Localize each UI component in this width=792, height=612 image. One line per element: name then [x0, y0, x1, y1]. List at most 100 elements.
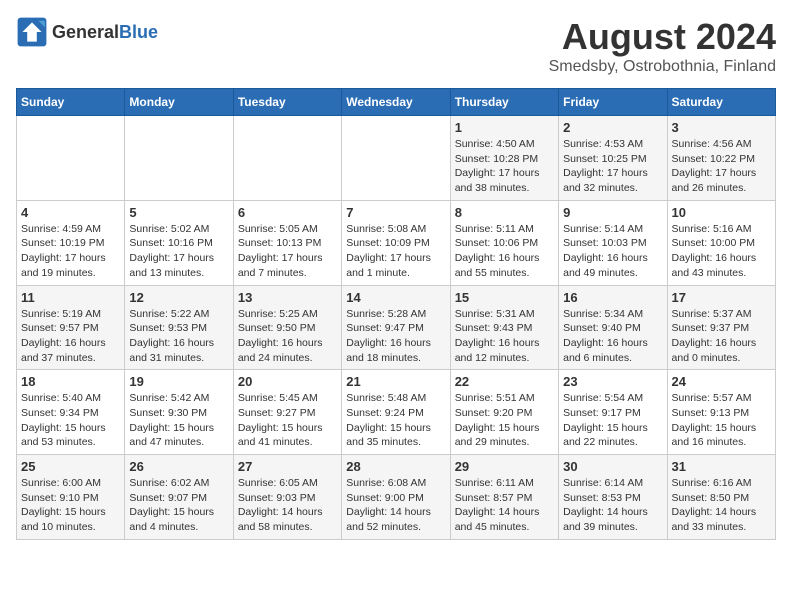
calendar-cell: 14 Sunrise: 5:28 AMSunset: 9:47 PMDayligh…	[342, 285, 450, 370]
day-info: Sunrise: 5:11 AMSunset: 10:06 PMDaylight…	[455, 222, 554, 281]
day-number: 30	[563, 459, 662, 474]
calendar-cell: 19 Sunrise: 5:42 AMSunset: 9:30 PMDayligh…	[125, 370, 233, 455]
week-row-1: 1 Sunrise: 4:50 AMSunset: 10:28 PMDayligh…	[17, 116, 776, 201]
weekday-header-row: SundayMondayTuesdayWednesdayThursdayFrid…	[17, 89, 776, 116]
calendar-cell: 20 Sunrise: 5:45 AMSunset: 9:27 PMDayligh…	[233, 370, 341, 455]
calendar-cell: 6 Sunrise: 5:05 AMSunset: 10:13 PMDayligh…	[233, 200, 341, 285]
calendar-cell: 17Sunrise: 5:37 AMSunset: 9:37 PMDayligh…	[667, 285, 775, 370]
day-number: 11	[21, 290, 120, 305]
day-info: Sunrise: 5:14 AMSunset: 10:03 PMDaylight…	[563, 222, 662, 281]
weekday-header-wednesday: Wednesday	[342, 89, 450, 116]
calendar-cell: 16 Sunrise: 5:34 AMSunset: 9:40 PMDayligh…	[559, 285, 667, 370]
day-number: 31	[672, 459, 771, 474]
day-number: 18	[21, 374, 120, 389]
day-info: Sunrise: 5:40 AMSunset: 9:34 PMDaylight:…	[21, 391, 120, 450]
calendar-cell: 28 Sunrise: 6:08 AMSunset: 9:00 PMDayligh…	[342, 455, 450, 540]
calendar-cell: 25Sunrise: 6:00 AMSunset: 9:10 PMDayligh…	[17, 455, 125, 540]
calendar-cell	[17, 116, 125, 201]
day-number: 23	[563, 374, 662, 389]
day-number: 16	[563, 290, 662, 305]
day-info: Sunrise: 4:50 AMSunset: 10:28 PMDaylight…	[455, 137, 554, 196]
day-info: Sunrise: 5:31 AMSunset: 9:43 PMDaylight:…	[455, 307, 554, 366]
day-number: 29	[455, 459, 554, 474]
logo-general: General	[52, 22, 119, 42]
calendar-cell: 27 Sunrise: 6:05 AMSunset: 9:03 PMDayligh…	[233, 455, 341, 540]
day-info: Sunrise: 5:34 AMSunset: 9:40 PMDaylight:…	[563, 307, 662, 366]
day-info: Sunrise: 6:14 AMSunset: 8:53 PMDaylight:…	[563, 476, 662, 535]
day-info: Sunrise: 4:56 AMSunset: 10:22 PMDaylight…	[672, 137, 771, 196]
day-number: 8	[455, 205, 554, 220]
calendar-subtitle: Smedsby, Ostrobothnia, Finland	[549, 58, 776, 76]
day-info: Sunrise: 5:48 AMSunset: 9:24 PMDaylight:…	[346, 391, 445, 450]
day-number: 13	[238, 290, 337, 305]
calendar-cell	[125, 116, 233, 201]
calendar-cell: 10 Sunrise: 5:16 AMSunset: 10:00 PMDaylig…	[667, 200, 775, 285]
day-number: 22	[455, 374, 554, 389]
day-info: Sunrise: 4:59 AMSunset: 10:19 PMDaylight…	[21, 222, 120, 281]
day-info: Sunrise: 6:02 AMSunset: 9:07 PMDaylight:…	[129, 476, 228, 535]
day-info: Sunrise: 5:42 AMSunset: 9:30 PMDaylight:…	[129, 391, 228, 450]
day-info: Sunrise: 5:51 AMSunset: 9:20 PMDaylight:…	[455, 391, 554, 450]
day-number: 27	[238, 459, 337, 474]
day-number: 2	[563, 120, 662, 135]
week-row-5: 25Sunrise: 6:00 AMSunset: 9:10 PMDayligh…	[17, 455, 776, 540]
day-number: 9	[563, 205, 662, 220]
day-number: 19	[129, 374, 228, 389]
weekday-header-friday: Friday	[559, 89, 667, 116]
title-block: August 2024 Smedsby, Ostrobothnia, Finla…	[549, 16, 776, 76]
day-info: Sunrise: 5:22 AMSunset: 9:53 PMDaylight:…	[129, 307, 228, 366]
day-number: 5	[129, 205, 228, 220]
week-row-3: 11Sunrise: 5:19 AMSunset: 9:57 PMDayligh…	[17, 285, 776, 370]
day-info: Sunrise: 5:45 AMSunset: 9:27 PMDaylight:…	[238, 391, 337, 450]
calendar-title: August 2024	[549, 16, 776, 58]
day-info: Sunrise: 5:08 AMSunset: 10:09 PMDaylight…	[346, 222, 445, 281]
day-number: 20	[238, 374, 337, 389]
calendar-cell: 31Sunrise: 6:16 AMSunset: 8:50 PMDayligh…	[667, 455, 775, 540]
page-header: GeneralBlue August 2024 Smedsby, Ostrobo…	[16, 16, 776, 76]
day-info: Sunrise: 6:08 AMSunset: 9:00 PMDaylight:…	[346, 476, 445, 535]
calendar-cell: 2Sunrise: 4:53 AMSunset: 10:25 PMDayligh…	[559, 116, 667, 201]
day-info: Sunrise: 5:16 AMSunset: 10:00 PMDaylight…	[672, 222, 771, 281]
day-info: Sunrise: 5:25 AMSunset: 9:50 PMDaylight:…	[238, 307, 337, 366]
calendar-cell: 4 Sunrise: 4:59 AMSunset: 10:19 PMDayligh…	[17, 200, 125, 285]
calendar-cell: 18 Sunrise: 5:40 AMSunset: 9:34 PMDayligh…	[17, 370, 125, 455]
day-number: 1	[455, 120, 554, 135]
weekday-header-monday: Monday	[125, 89, 233, 116]
day-info: Sunrise: 5:57 AMSunset: 9:13 PMDaylight:…	[672, 391, 771, 450]
day-info: Sunrise: 5:37 AMSunset: 9:37 PMDaylight:…	[672, 307, 771, 366]
day-info: Sunrise: 6:11 AMSunset: 8:57 PMDaylight:…	[455, 476, 554, 535]
day-info: Sunrise: 5:54 AMSunset: 9:17 PMDaylight:…	[563, 391, 662, 450]
calendar-cell: 3 Sunrise: 4:56 AMSunset: 10:22 PMDayligh…	[667, 116, 775, 201]
day-number: 10	[672, 205, 771, 220]
calendar-cell: 22 Sunrise: 5:51 AMSunset: 9:20 PMDayligh…	[450, 370, 558, 455]
logo-text: GeneralBlue	[52, 22, 158, 43]
day-number: 6	[238, 205, 337, 220]
calendar-cell: 15 Sunrise: 5:31 AMSunset: 9:43 PMDayligh…	[450, 285, 558, 370]
day-number: 4	[21, 205, 120, 220]
day-number: 14	[346, 290, 445, 305]
calendar-cell: 23 Sunrise: 5:54 AMSunset: 9:17 PMDayligh…	[559, 370, 667, 455]
week-row-2: 4 Sunrise: 4:59 AMSunset: 10:19 PMDayligh…	[17, 200, 776, 285]
calendar-cell: 24 Sunrise: 5:57 AMSunset: 9:13 PMDayligh…	[667, 370, 775, 455]
day-number: 25	[21, 459, 120, 474]
week-row-4: 18 Sunrise: 5:40 AMSunset: 9:34 PMDayligh…	[17, 370, 776, 455]
day-number: 7	[346, 205, 445, 220]
day-number: 24	[672, 374, 771, 389]
day-number: 12	[129, 290, 228, 305]
calendar-cell: 26Sunrise: 6:02 AMSunset: 9:07 PMDayligh…	[125, 455, 233, 540]
logo: GeneralBlue	[16, 16, 158, 48]
weekday-header-tuesday: Tuesday	[233, 89, 341, 116]
calendar-cell: 5 Sunrise: 5:02 AMSunset: 10:16 PMDayligh…	[125, 200, 233, 285]
calendar-cell: 29 Sunrise: 6:11 AMSunset: 8:57 PMDayligh…	[450, 455, 558, 540]
day-info: Sunrise: 5:28 AMSunset: 9:47 PMDaylight:…	[346, 307, 445, 366]
day-info: Sunrise: 6:05 AMSunset: 9:03 PMDaylight:…	[238, 476, 337, 535]
day-info: Sunrise: 5:02 AMSunset: 10:16 PMDaylight…	[129, 222, 228, 281]
calendar-cell: 9 Sunrise: 5:14 AMSunset: 10:03 PMDayligh…	[559, 200, 667, 285]
day-number: 3	[672, 120, 771, 135]
day-number: 28	[346, 459, 445, 474]
day-number: 15	[455, 290, 554, 305]
calendar-cell: 7 Sunrise: 5:08 AMSunset: 10:09 PMDayligh…	[342, 200, 450, 285]
day-info: Sunrise: 5:05 AMSunset: 10:13 PMDaylight…	[238, 222, 337, 281]
calendar-cell: 12 Sunrise: 5:22 AMSunset: 9:53 PMDayligh…	[125, 285, 233, 370]
calendar-cell: 1 Sunrise: 4:50 AMSunset: 10:28 PMDayligh…	[450, 116, 558, 201]
